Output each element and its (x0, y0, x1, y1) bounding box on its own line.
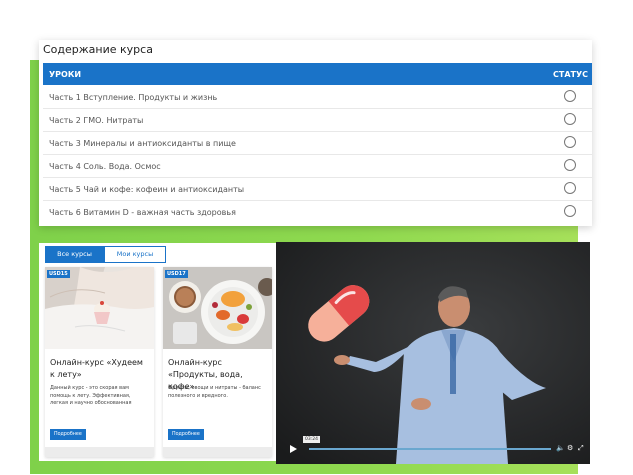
tab-my-courses[interactable]: Мои курсы (104, 246, 166, 263)
course-image-cupcake[interactable]: USD15 (45, 267, 154, 349)
volume-icon[interactable]: 🔈 (556, 444, 565, 452)
status-circle-icon (564, 113, 576, 125)
tab-all-courses[interactable]: Все курсы (45, 246, 104, 263)
lesson-title[interactable]: Часть 1 Вступление. Продукты и жизнь (49, 93, 217, 102)
course-card-title[interactable]: Онлайн-курс «Худеем к лету» (50, 357, 150, 381)
course-card[interactable]: USD15 Онлайн-курс «Худеем к лету» Данный… (45, 267, 154, 457)
lesson-title[interactable]: Часть 5 Чай и кофе: кофеин и антиоксидан… (49, 185, 244, 194)
course-contents-title: Содержание курса (43, 43, 153, 56)
col-lessons: УРОКИ (49, 70, 82, 79)
catalog-tabs: Все курсы Мои курсы (45, 246, 166, 263)
price-badge: USD17 (165, 270, 188, 278)
status-circle-icon (564, 159, 576, 171)
lesson-row[interactable]: Часть 5 Чай и кофе: кофеин и антиоксидан… (43, 177, 592, 201)
status-circle-icon (564, 205, 576, 217)
course-image-breakfast[interactable]: USD17 (163, 267, 272, 349)
lesson-row[interactable]: Часть 3 Минералы и антиоксиданты в пище (43, 131, 592, 155)
player-controls: 03:24 🔈 ⚙ ⤢ (276, 436, 590, 464)
status-circle-icon (564, 182, 576, 194)
video-frame (276, 242, 590, 464)
lesson-row[interactable]: Часть 4 Соль. Вода. Осмос (43, 154, 592, 178)
course-card-description: Данный курс - это скорая вам помощь к ле… (50, 385, 132, 406)
lesson-title[interactable]: Часть 4 Соль. Вода. Осмос (49, 162, 161, 171)
course-contents-panel: Содержание курса УРОКИ СТАТУС Часть 1 Вс… (39, 40, 592, 226)
progress-bar[interactable] (309, 448, 551, 450)
play-icon[interactable] (290, 445, 297, 453)
fullscreen-icon[interactable]: ⤢ (578, 444, 584, 453)
settings-icon[interactable]: ⚙ (567, 444, 573, 452)
lesson-row[interactable]: Часть 1 Вступление. Продукты и жизнь (43, 85, 592, 109)
lesson-title[interactable]: Часть 3 Минералы и антиоксиданты в пище (49, 139, 236, 148)
price-badge: USD15 (47, 270, 70, 278)
card-footer (45, 447, 154, 457)
lessons-table-header: УРОКИ СТАТУС (43, 63, 592, 85)
details-button[interactable]: Подробнее (50, 429, 86, 440)
card-footer (163, 447, 272, 457)
courses-catalog: Все курсы Мои курсы USD15 Онлайн-курс «Х… (39, 243, 276, 461)
time-tooltip: 03:24 (303, 436, 320, 443)
course-card[interactable]: USD17 Онлайн-курс «Продукты, вода, кофе»… (163, 267, 272, 457)
lesson-title[interactable]: Часть 6 Витамин D - важная часть здоровь… (49, 208, 236, 217)
lesson-title[interactable]: Часть 2 ГМО. Нитраты (49, 116, 143, 125)
status-circle-icon (564, 90, 576, 102)
lesson-row[interactable]: Часть 2 ГМО. Нитраты (43, 108, 592, 132)
course-card-description: Фрукты, овощи и нитраты - баланс полезно… (168, 385, 261, 399)
lesson-row[interactable]: Часть 6 Витамин D - важная часть здоровь… (43, 200, 592, 223)
details-button[interactable]: Подробнее (168, 429, 204, 440)
col-status: СТАТУС (552, 70, 588, 79)
status-circle-icon (564, 136, 576, 148)
video-player[interactable]: 03:24 🔈 ⚙ ⤢ (276, 242, 590, 464)
